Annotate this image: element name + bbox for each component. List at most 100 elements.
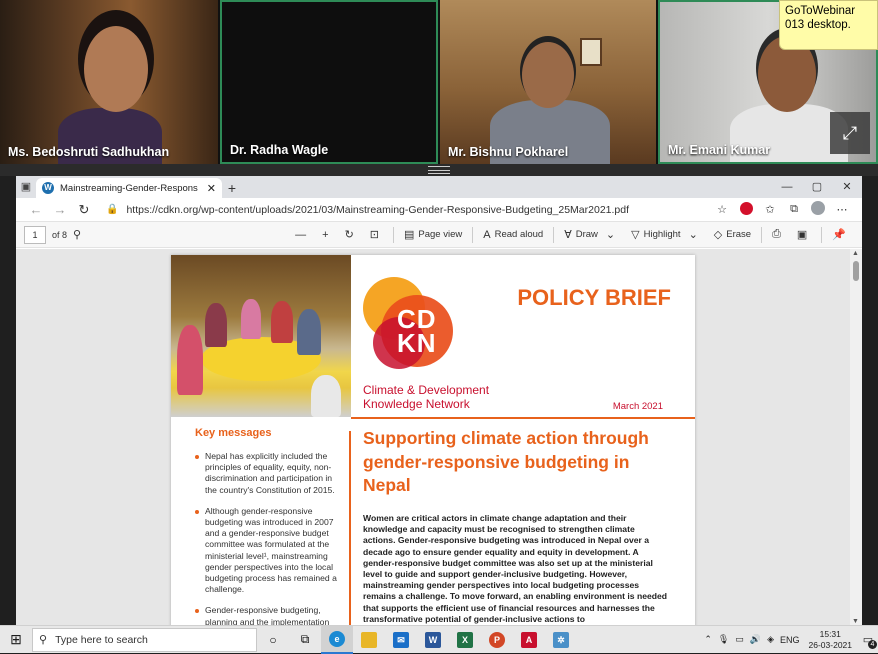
tab-bar: ▣ W Mainstreaming-Gender-Respons ✕ + — ▢…	[16, 176, 862, 198]
participant-video-tile[interactable]: Mr. Bishnu Pokharel	[440, 0, 656, 164]
tooltip: GoToWebinar 013 desktop.	[779, 0, 878, 50]
favorites-icon[interactable]: ✩	[758, 203, 782, 216]
workshop-photo	[171, 255, 351, 417]
cdkn-logo: CD KN	[363, 277, 463, 372]
panel-splitter[interactable]	[0, 164, 878, 176]
close-tab-icon[interactable]: ✕	[207, 182, 216, 195]
minimize-button[interactable]: —	[772, 176, 802, 198]
edge-browser-icon[interactable]: e	[321, 625, 353, 654]
windows-taskbar: ⊞ ⚲ Type here to search ○ ⧉ e ✉ W X P A …	[0, 625, 878, 654]
url-field[interactable]: 🔒 https://cdkn.org/wp-content/uploads/20…	[100, 200, 710, 220]
save-icon[interactable]: ▣	[797, 228, 811, 241]
maximize-button[interactable]: ▢	[802, 176, 832, 198]
pdf-page: CD KN Climate & Development Knowledge Net…	[171, 255, 695, 626]
participant-face	[522, 42, 574, 108]
toolbar-divider	[821, 226, 823, 243]
column-divider	[349, 431, 351, 626]
policy-brief-label: POLICY BRIEF	[517, 285, 671, 310]
pdf-viewer[interactable]: CD KN Climate & Development Knowledge Net…	[16, 249, 862, 626]
show-hidden-icons-icon[interactable]: ⌃	[704, 634, 712, 645]
video-background	[222, 2, 436, 162]
wall-frame	[580, 38, 602, 66]
language-indicator[interactable]: ENG	[780, 635, 800, 645]
toolbar-divider	[553, 226, 555, 243]
document-date: March 2021	[612, 401, 663, 412]
pin-toolbar-icon[interactable]: 📌	[832, 228, 850, 241]
volume-icon[interactable]: 🔊	[750, 634, 761, 645]
more-menu-icon[interactable]: ⋯	[830, 203, 854, 216]
page-count: of 8	[52, 229, 68, 240]
taskbar-search-box[interactable]: ⚲ Type here to search	[32, 627, 257, 652]
document-title: Supporting climate action through gender…	[363, 428, 649, 495]
photo-chair	[311, 375, 341, 417]
task-view-icon[interactable]: ⧉	[289, 626, 321, 654]
toolbar-divider	[761, 226, 763, 243]
participant-name: Ms. Bedoshruti Sadhukhan	[8, 145, 170, 159]
pdf-toolbar: 1 of 8 ⚲ — + ↻ ⊡ ▤ Page view A Read aloud …	[16, 222, 862, 248]
favorite-star-icon[interactable]: ☆	[710, 203, 734, 216]
microphone-icon[interactable]: 🎙	[718, 634, 729, 645]
file-explorer-icon[interactable]	[353, 626, 385, 654]
video-strip: Ms. Bedoshruti Sadhukhan Dr. Radha Wagle…	[0, 0, 878, 164]
splitter-grip-icon[interactable]	[428, 166, 450, 174]
new-tab-button[interactable]: +	[222, 178, 242, 198]
word-icon[interactable]: W	[417, 626, 449, 654]
zoom-out-icon[interactable]: —	[295, 229, 310, 241]
acrobat-icon[interactable]: A	[513, 626, 545, 654]
page-view-icon: ▤	[404, 229, 415, 241]
search-icon[interactable]: ⚲	[73, 228, 85, 241]
fit-page-icon[interactable]: ⊡	[370, 228, 383, 241]
print-icon[interactable]: ⎙	[772, 228, 785, 241]
key-messages-heading: Key messages	[195, 427, 272, 439]
participant-name: Mr. Bishnu Pokharel	[448, 145, 569, 159]
expand-video-button[interactable]: ⤢	[830, 112, 870, 154]
scroll-down-icon[interactable]: ▼	[852, 618, 859, 625]
excel-icon[interactable]: X	[449, 626, 481, 654]
back-arrow-icon[interactable]: ←	[24, 202, 48, 217]
read-aloud-button[interactable]: A Read aloud	[483, 229, 543, 241]
cortana-icon[interactable]: ○	[257, 626, 289, 654]
photo-person	[297, 309, 321, 355]
close-window-button[interactable]: ✕	[832, 176, 862, 198]
photo-person	[271, 301, 293, 343]
dropbox-icon[interactable]: ◈	[767, 634, 774, 645]
clock[interactable]: 15:31 26-03-2021	[809, 629, 852, 651]
scroll-up-icon[interactable]: ▲	[852, 250, 859, 257]
address-bar: ← → ↻ 🔒 https://cdkn.org/wp-content/uplo…	[16, 198, 862, 222]
participant-video-tile[interactable]: Dr. Radha Wagle	[220, 0, 438, 164]
page-number-input[interactable]: 1	[24, 225, 46, 244]
erase-button[interactable]: ◇ Erase	[714, 228, 751, 241]
photo-person	[177, 325, 203, 395]
browser-tab[interactable]: W Mainstreaming-Gender-Respons ✕	[36, 178, 222, 198]
mail-icon[interactable]: ✉	[385, 626, 417, 654]
tab-actions-icon[interactable]: ▣	[16, 176, 36, 198]
document-intro: Women are critical actors in climate cha…	[363, 513, 668, 624]
browser-window: ▣ W Mainstreaming-Gender-Respons ✕ + — ▢…	[16, 176, 862, 626]
draw-button[interactable]: ∀ Draw ⌄	[564, 228, 619, 241]
forward-arrow-icon[interactable]: →	[48, 202, 72, 217]
rotate-icon[interactable]: ↻	[345, 228, 358, 241]
refresh-icon[interactable]: ↻	[72, 202, 96, 218]
system-tray: ⌃ 🎙 ▭ 🔊 ◈ ENG 15:31 26-03-2021 ▭ 4	[701, 629, 878, 651]
vertical-scrollbar[interactable]: ▲ ▼	[850, 249, 862, 626]
opera-extension-icon[interactable]	[734, 201, 758, 218]
profile-avatar[interactable]	[806, 201, 830, 218]
page-view-button[interactable]: ▤ Page view	[404, 228, 462, 241]
search-icon: ⚲	[39, 634, 48, 646]
gotowebinar-icon[interactable]: ✲	[545, 626, 577, 654]
tab-title: Mainstreaming-Gender-Respons	[60, 182, 198, 194]
notification-icon[interactable]: ▭ 4	[858, 633, 878, 649]
highlight-button[interactable]: ▽ Highlight ⌄	[631, 228, 702, 241]
search-placeholder: Type here to search	[55, 633, 148, 646]
windows-start-icon[interactable]: ⊞	[0, 631, 32, 648]
participant-face	[84, 26, 148, 112]
participant-name: Mr. Emani Kumar	[668, 143, 771, 157]
scroll-thumb[interactable]	[853, 261, 859, 281]
zoom-in-icon[interactable]: +	[322, 229, 332, 241]
info-icon[interactable]: 🔒	[106, 204, 118, 215]
list-item: Gender-responsive budgeting, planning an…	[195, 605, 345, 626]
participant-video-tile[interactable]: Ms. Bedoshruti Sadhukhan	[0, 0, 218, 164]
network-icon[interactable]: ▭	[735, 634, 744, 645]
powerpoint-icon[interactable]: P	[481, 626, 513, 654]
collections-icon[interactable]: ⧉	[782, 203, 806, 216]
